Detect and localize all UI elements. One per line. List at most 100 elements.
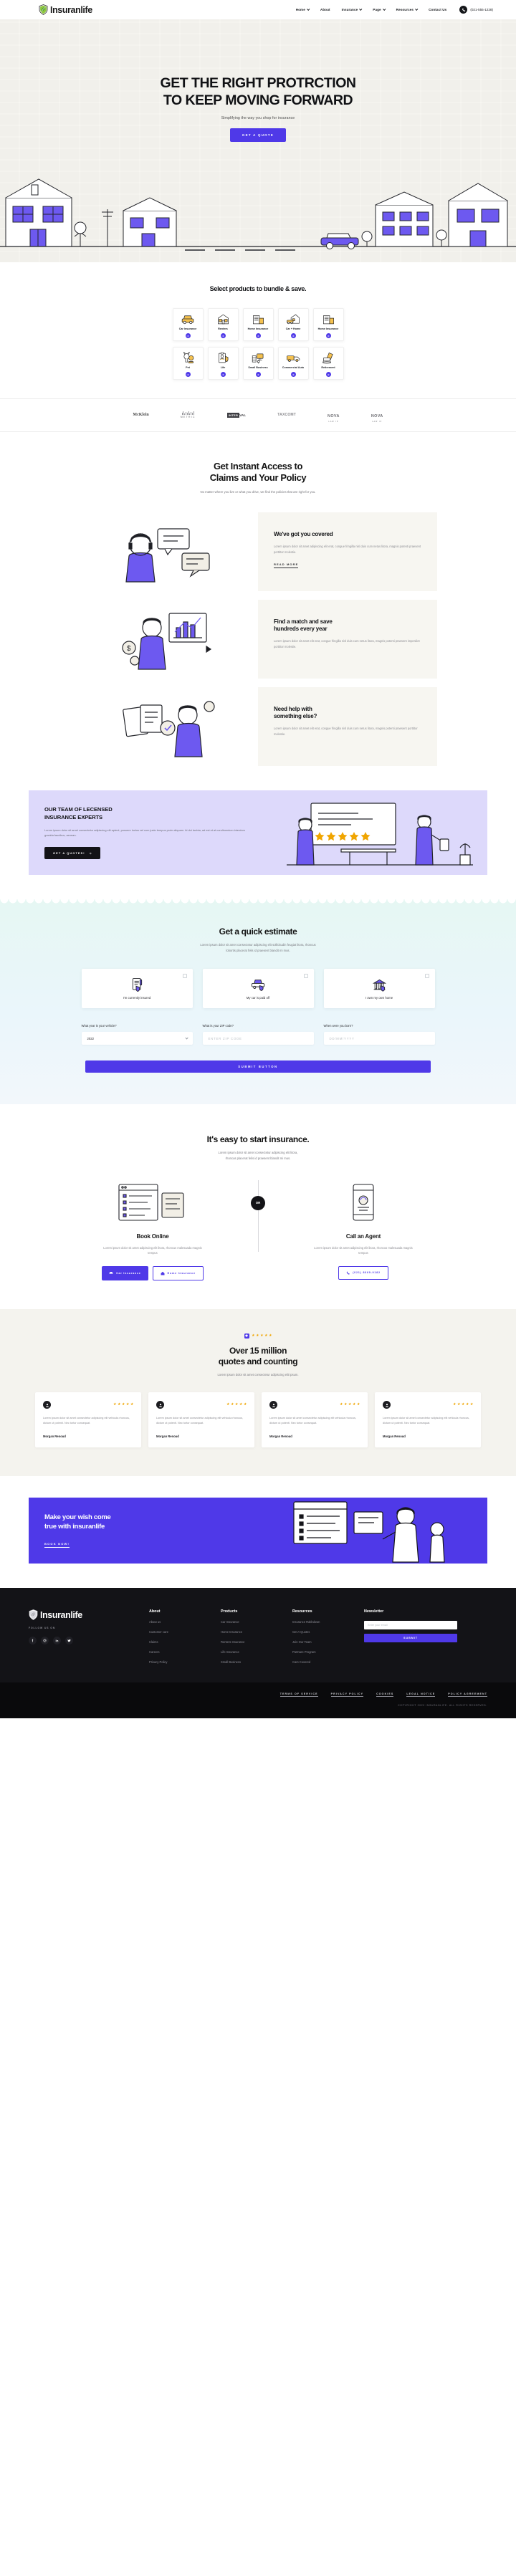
zip-code-input[interactable]: ENTER ZIP CODE bbox=[202, 1032, 314, 1045]
get-a-quotes-button[interactable]: GET A QUOTES! bbox=[44, 847, 100, 860]
experts-banner-wrap: OUR TEAM OF LECENSED INSURANCE EXPERTS L… bbox=[0, 773, 516, 899]
experts-title: OUR TEAM OF LECENSED INSURANCE EXPERTS bbox=[44, 806, 253, 821]
estimate-subtitle-line2: lobortis placerat felis id praesent blan… bbox=[226, 948, 290, 952]
footer-link[interactable]: Life Insurance bbox=[221, 1650, 292, 1654]
bundle-title: Select products to bundle & save. bbox=[209, 284, 307, 292]
birth-date-input[interactable]: DD/MM/YYYY bbox=[323, 1032, 435, 1045]
arrow-right-icon[interactable] bbox=[255, 333, 261, 338]
arrow-right-icon[interactable] bbox=[185, 333, 191, 338]
product-card-car-plus-home[interactable]: Car + Home bbox=[277, 307, 309, 341]
estimate-submit-button[interactable]: SUBMIT BUTTON bbox=[85, 1060, 431, 1073]
arrow-right-icon[interactable] bbox=[255, 372, 261, 377]
footer-link[interactable]: Small Business bbox=[221, 1660, 292, 1664]
product-card-renters[interactable]: Renters bbox=[207, 307, 239, 341]
footer-column-resources: Resources Insurance Rakhdown Get A Quote… bbox=[292, 1609, 364, 1664]
footer-link[interactable]: Partnare Program bbox=[292, 1650, 364, 1654]
product-card-retirement[interactable]: Retirement bbox=[312, 346, 344, 380]
option-currently-insured[interactable]: I'm currently insured bbox=[81, 969, 193, 1009]
get-a-quote-button[interactable]: GET A QUOTE bbox=[229, 128, 287, 142]
arrow-right-icon[interactable] bbox=[185, 372, 191, 377]
partner-logo-nova-1: NOVA LAW IP bbox=[328, 408, 340, 423]
read-more-link[interactable]: READ MORE bbox=[274, 562, 299, 569]
button-label: Car Insurance bbox=[116, 1271, 141, 1275]
brand-logo[interactable]: Insuranlife bbox=[39, 4, 92, 15]
nova-sub: LAW IP bbox=[328, 420, 339, 423]
legal-link-legal-notice[interactable]: LEGAL NOTICE bbox=[406, 1692, 436, 1698]
arrow-right-icon[interactable] bbox=[220, 372, 226, 377]
option-checkbox[interactable] bbox=[424, 974, 429, 979]
savings-chart-illustration: $ bbox=[79, 600, 258, 679]
hero-title-line1: GET THE RIGHT PROTRCTION bbox=[160, 75, 356, 91]
easy-column-heading: Book Online bbox=[136, 1232, 169, 1240]
arrow-right-icon[interactable] bbox=[290, 333, 296, 338]
footer-logo[interactable]: Insuranlife bbox=[29, 1609, 149, 1621]
testimonial-name: Morgan Renoud bbox=[383, 1435, 406, 1439]
book-now-link[interactable]: BOOK NOW! bbox=[44, 1542, 70, 1548]
field-zip-code: What is your ZIP code? ENTER ZIP CODE bbox=[202, 1024, 314, 1045]
arrow-right-icon[interactable] bbox=[220, 333, 226, 338]
product-card-car-insurance[interactable]: Car Insurance bbox=[172, 307, 204, 341]
product-card-home-insurance-2[interactable]: Home Insurance bbox=[312, 307, 344, 341]
vehicle-year-select[interactable]: 2022 bbox=[81, 1032, 193, 1045]
arrow-right-icon[interactable] bbox=[325, 333, 331, 338]
option-checkbox[interactable] bbox=[182, 974, 187, 979]
facebook-icon[interactable] bbox=[29, 1637, 37, 1645]
legal-link-terms-of-service[interactable]: TERMS OF SERVICE bbox=[280, 1692, 318, 1698]
footer-column-title: About bbox=[149, 1609, 161, 1614]
footer-link[interactable]: Customer care bbox=[149, 1630, 221, 1634]
call-agent-phone-button[interactable]: (021) 8669-9182 bbox=[338, 1265, 388, 1280]
legal-link-cookies[interactable]: COOKIES bbox=[376, 1692, 394, 1698]
chevron-down-icon bbox=[415, 7, 419, 11]
footer-bottom-bar: TERMS OF SERVICE PRIVACY POLICY COOKIES … bbox=[0, 1682, 516, 1719]
twitter-icon[interactable] bbox=[65, 1637, 73, 1645]
home-insurance-button[interactable]: Home Insurance bbox=[152, 1265, 204, 1280]
car-insurance-button[interactable]: Car Insurance bbox=[102, 1265, 148, 1280]
footer-link[interactable]: Join Our Team bbox=[292, 1640, 364, 1644]
legal-link-policy-agreement[interactable]: POLICY AGREEMENT bbox=[448, 1692, 487, 1698]
instagram-icon[interactable] bbox=[41, 1637, 49, 1645]
feature-heading-line2: something else? bbox=[274, 713, 317, 720]
footer-link[interactable]: Car Insurance bbox=[221, 1620, 292, 1624]
footer-link[interactable]: Insurance Rakhdown bbox=[292, 1620, 364, 1624]
footer-link[interactable]: Claims bbox=[149, 1640, 221, 1644]
testimonials-row: ★ ★ ★ ★ ★ Lorem ipsum dolor sit amet consect… bbox=[0, 1392, 516, 1448]
nav-item-about[interactable]: About bbox=[320, 8, 330, 11]
linkedin-icon[interactable] bbox=[53, 1637, 61, 1645]
option-checkbox[interactable] bbox=[303, 974, 308, 979]
footer-link[interactable]: Careers bbox=[149, 1650, 221, 1654]
team-meeting-illustration bbox=[267, 790, 487, 875]
nav-item-page[interactable]: Page bbox=[373, 7, 386, 11]
option-own-home[interactable]: I own my own home bbox=[323, 969, 435, 1009]
product-card-home-insurance[interactable]: Home Insurance bbox=[242, 307, 274, 341]
arrow-right-icon[interactable] bbox=[290, 372, 296, 377]
product-card-small-business[interactable]: Small Business bbox=[242, 346, 274, 380]
book-now-label: BOOK NOW! bbox=[44, 1541, 70, 1546]
avatar-icon bbox=[43, 1401, 51, 1409]
experts-title-line2: INSURANCE EXPERTS bbox=[44, 813, 103, 820]
option-car-paid-off[interactable]: My car is paid off bbox=[202, 969, 314, 1009]
footer-link[interactable]: Cars Covered bbox=[292, 1660, 364, 1664]
nav-item-contact-us[interactable]: Contact Us bbox=[429, 8, 446, 11]
home-building-icon bbox=[252, 313, 265, 325]
testimonial-head: ★ ★ ★ ★ ★ bbox=[269, 1401, 360, 1409]
footer-link[interactable]: Privacy Policy bbox=[149, 1660, 221, 1664]
star-icon: ★ bbox=[121, 1402, 125, 1407]
footer-link[interactable]: Home Insurance bbox=[221, 1630, 292, 1634]
nav-item-label: Insurance bbox=[341, 8, 358, 11]
footer-link[interactable]: Get A Quotes bbox=[292, 1630, 364, 1634]
product-card-life[interactable]: Life bbox=[207, 346, 239, 380]
arrow-right-icon[interactable] bbox=[325, 372, 331, 377]
footer-link[interactable]: About us bbox=[149, 1620, 221, 1624]
nav-item-insurance[interactable]: Insurance bbox=[341, 7, 363, 11]
footer-link[interactable]: Renters Insurance bbox=[221, 1640, 292, 1644]
product-card-label: Commercial Auto bbox=[282, 365, 305, 369]
product-card-pet[interactable]: Pet bbox=[172, 346, 204, 380]
header-phone[interactable]: (021-555-1228) bbox=[459, 6, 493, 14]
nav-item-home[interactable]: Home bbox=[296, 7, 310, 11]
feature-heading: We've got you covered bbox=[274, 531, 333, 538]
nav-item-resources[interactable]: Resources bbox=[396, 7, 419, 11]
product-card-commercial-auto[interactable]: Commercial Auto bbox=[277, 346, 309, 380]
newsletter-submit-button[interactable]: SUBMIT bbox=[364, 1634, 457, 1643]
newsletter-email-input[interactable]: Enter your email bbox=[364, 1621, 457, 1630]
legal-link-privacy-policy[interactable]: PRIVACY POLICY bbox=[330, 1692, 364, 1698]
